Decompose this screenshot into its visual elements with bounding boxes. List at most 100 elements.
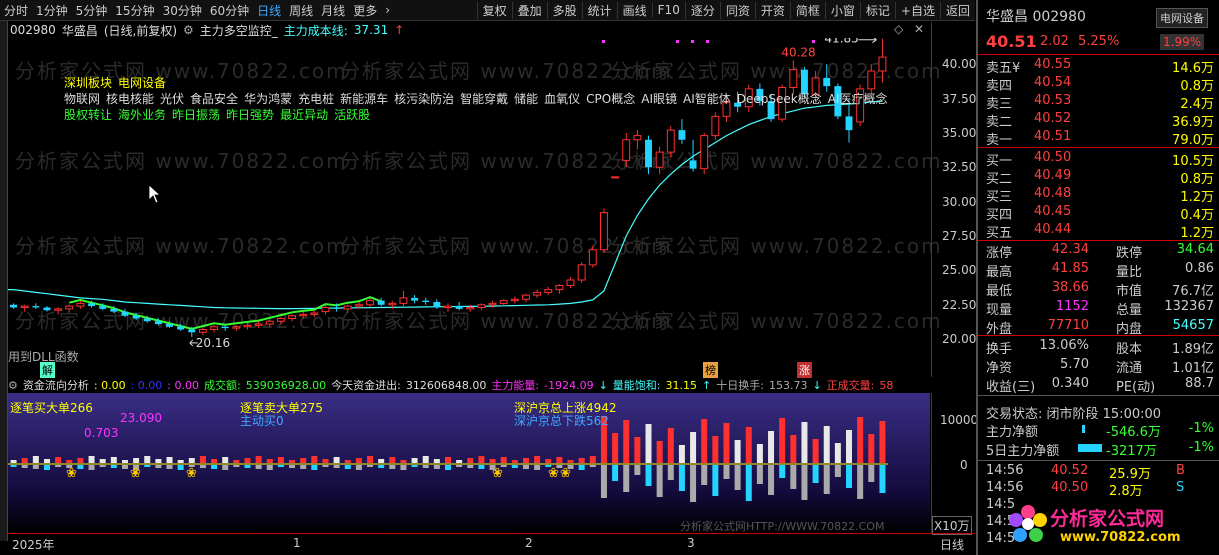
period-tab[interactable]: 60分钟 [206,2,253,19]
toolbar-button[interactable]: 画线 [616,1,652,19]
concept-tag[interactable]: 食品安全 [190,92,238,106]
concept-tag[interactable]: 昨日振荡 [172,108,220,122]
candle[interactable] [555,284,564,294]
candle[interactable] [499,299,508,307]
candle[interactable] [198,328,207,335]
candle[interactable] [366,297,374,308]
period-tab[interactable]: 日线 [253,2,285,19]
candle[interactable] [310,310,319,318]
settings-icon[interactable]: ⚙ [183,23,194,37]
concept-tag[interactable]: 储能 [514,92,538,106]
candle[interactable] [455,302,463,311]
candle[interactable] [510,296,519,304]
order-book-row[interactable]: 买一 40.50 10.5万 [986,150,1214,169]
candle[interactable] [232,325,241,331]
candle[interactable] [522,293,530,302]
order-book-row[interactable]: 卖三 40.53 2.4万 [986,93,1214,112]
left-side-strip[interactable] [0,21,8,541]
order-book-row[interactable]: 买二 40.49 0.8万 [986,168,1214,187]
candle[interactable] [666,126,675,158]
chevron-right-icon[interactable]: › [381,3,394,17]
candle[interactable] [477,303,486,311]
concept-tag[interactable]: 股权转让 [64,108,112,122]
indicator-name[interactable]: 主力多空监控_ [200,22,278,39]
concept-tag[interactable]: CPO概念 [586,92,635,106]
concept-tag[interactable]: AI医疗概念 [828,92,888,106]
candle[interactable] [655,146,664,175]
order-book-row[interactable]: 买四 40.45 0.4万 [986,204,1214,223]
candle[interactable] [422,297,430,305]
period-tab[interactable]: 30分钟 [159,2,206,19]
concept-tag[interactable]: 核电核能 [106,92,154,106]
candle[interactable] [377,297,385,307]
concept-tag[interactable]: 电网设备 [118,76,166,90]
toolbar-button[interactable]: 同资 [719,1,755,19]
concept-tag[interactable]: 海外业务 [118,108,166,122]
period-tab[interactable]: 更多 [349,2,381,19]
concept-tag[interactable]: 华为鸿蒙 [244,92,292,106]
candle[interactable] [633,130,642,150]
order-book-row[interactable]: 卖四 40.54 0.8万 [986,75,1214,94]
candle[interactable] [32,303,40,309]
period-label[interactable]: 日线 [940,536,964,553]
concept-tag[interactable]: 血氧仪 [544,92,580,106]
diamond-icon[interactable]: ◇ [894,22,903,36]
toolbar-button[interactable]: +自选 [894,1,940,19]
concept-tag[interactable]: AI智能体 [683,92,731,106]
order-book-row[interactable]: 卖五¥ 40.55 14.6万 [986,57,1214,76]
period-tab[interactable]: 5分钟 [72,2,112,19]
period-tab[interactable]: 周线 [285,2,317,19]
candle[interactable] [299,311,308,319]
candle[interactable] [288,314,297,322]
toolbar-button[interactable]: 标记 [859,1,895,19]
candle[interactable] [689,139,697,172]
subchart-title[interactable]: 资金流向分析 [23,377,89,393]
candle[interactable] [566,277,575,289]
candle[interactable] [254,321,263,329]
candle[interactable] [622,132,631,168]
candle[interactable] [210,325,219,333]
concept-tag[interactable]: 充电桩 [298,92,334,106]
toolbar-button[interactable]: F10 [651,3,685,17]
candle[interactable] [700,132,709,175]
concept-tag[interactable]: 智能穿戴 [460,92,508,106]
concept-tag[interactable]: 深圳板块 [64,76,112,90]
concept-tag[interactable]: DeepSeek概念 [737,92,822,106]
candle[interactable] [611,176,620,179]
candle[interactable] [20,304,29,312]
candle[interactable] [533,289,542,298]
order-book-row[interactable]: 卖二 40.52 36.9万 [986,111,1214,130]
candle[interactable] [121,308,129,318]
toolbar-button[interactable]: 小窗 [824,1,860,19]
candle[interactable] [599,208,608,253]
candle[interactable] [276,317,285,324]
concept-tag[interactable]: 光伏 [160,92,184,106]
toolbar-button[interactable]: 开资 [754,1,790,19]
concept-tag[interactable]: 昨日强势 [226,108,274,122]
candle[interactable] [399,291,408,307]
marker-jie[interactable]: 解 [40,362,55,378]
concept-tag[interactable]: 物联网 [64,92,100,106]
concept-tag[interactable]: 活跃股 [334,108,370,122]
candle[interactable] [411,295,419,304]
toolbar-button[interactable]: 叠加 [511,1,547,19]
period-tab[interactable]: 月线 [317,2,349,19]
toolbar-button[interactable]: 多股 [546,1,582,19]
toolbar-button[interactable]: 复权 [476,1,512,19]
period-tab[interactable]: 1分钟 [32,2,72,19]
concept-tag[interactable]: 最近异动 [280,108,328,122]
toolbar-button[interactable]: 逐分 [684,1,720,19]
concept-tag[interactable]: AI眼镜 [641,92,677,106]
candle[interactable] [433,299,441,309]
candle[interactable] [588,245,597,268]
candle[interactable] [54,307,63,315]
toolbar-button[interactable]: 统计 [581,1,617,19]
order-book-row[interactable]: 买五 40.44 1.2万 [986,222,1214,241]
toolbar-button[interactable]: 返回 [939,1,975,19]
order-book-row[interactable]: 买三 40.48 1.2万 [986,186,1214,205]
marker-bang[interactable]: 榜 [703,362,718,378]
period-tab[interactable]: 分时 [0,2,32,19]
concept-tag[interactable]: 核污染防治 [394,92,454,106]
candle[interactable] [65,304,74,312]
candle[interactable] [43,306,51,312]
